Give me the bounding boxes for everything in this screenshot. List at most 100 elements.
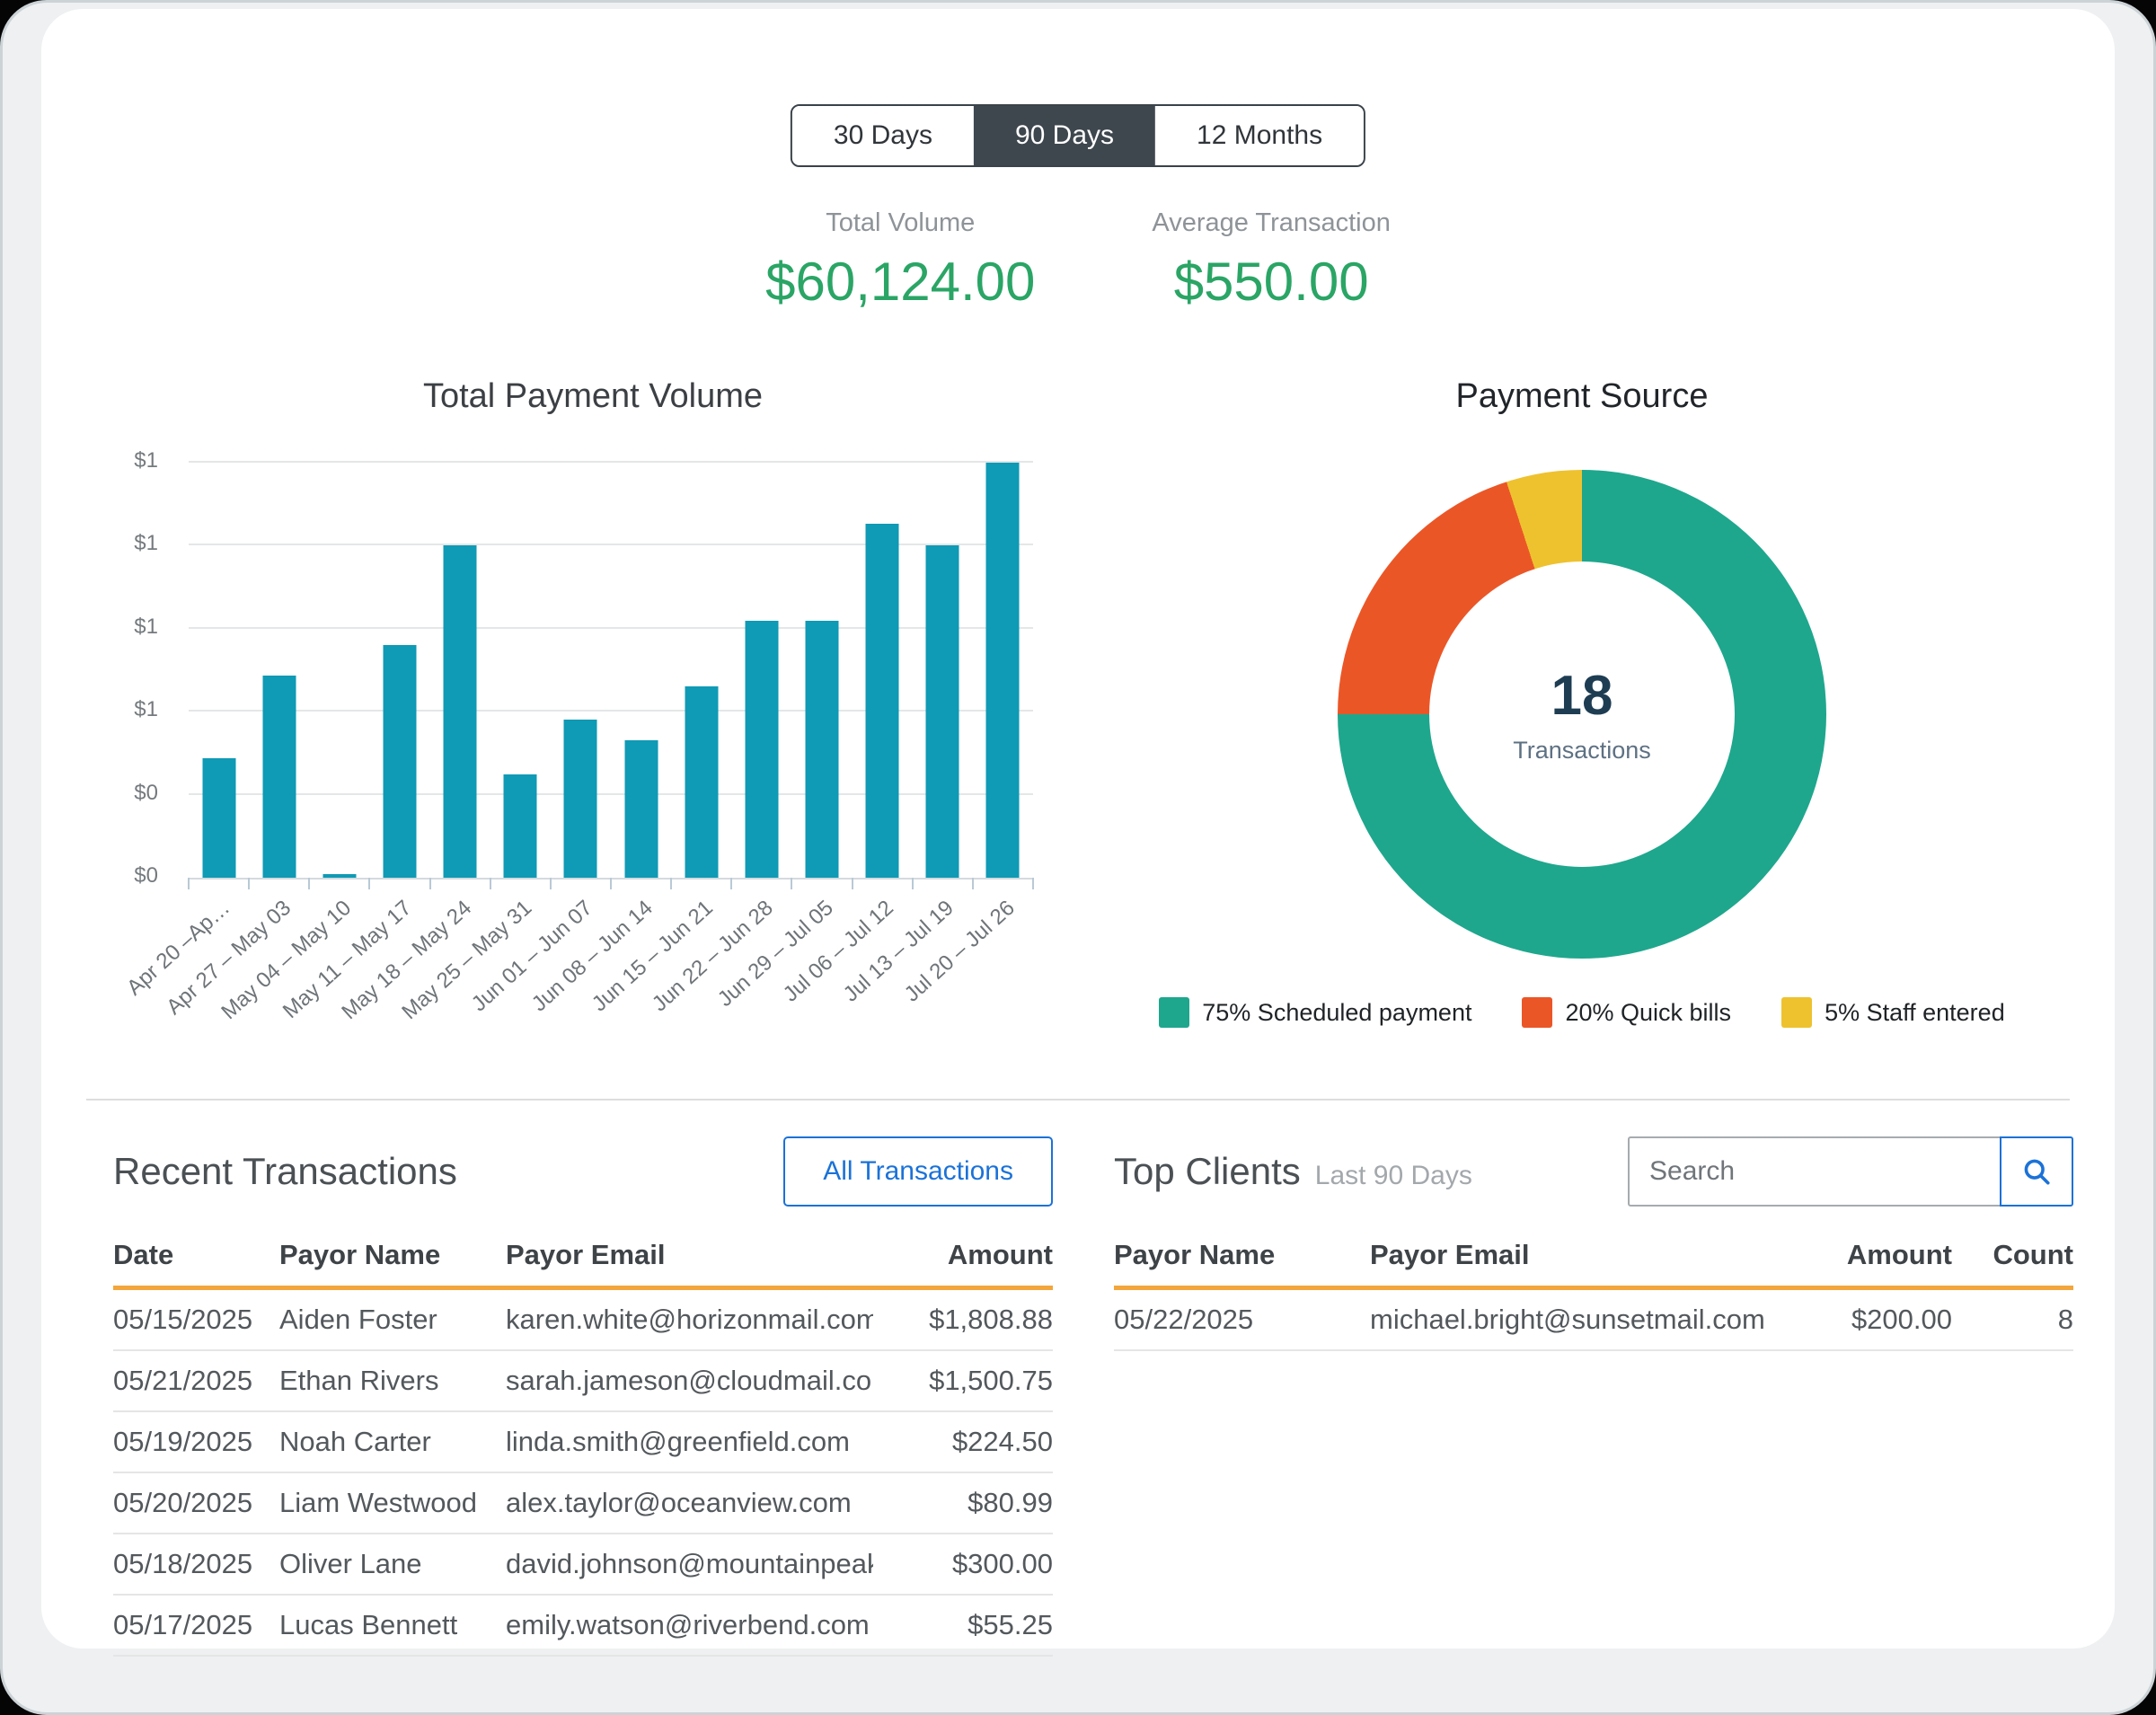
bar[interactable]: [926, 545, 959, 878]
axis-tick: [972, 878, 974, 889]
cell-payor-email: linda.smith@greenfield.com: [506, 1412, 873, 1472]
bar[interactable]: [866, 524, 899, 878]
bar[interactable]: [262, 676, 296, 878]
cell-payor-name: Lucas Bennett: [279, 1596, 506, 1655]
table-row[interactable]: 05/18/2025 Oliver Lane david.johnson@mou…: [113, 1534, 1053, 1596]
y-axis-tick-label: $1: [134, 448, 158, 473]
axis-tick: [610, 878, 612, 889]
cell-date: 05/17/2025: [113, 1596, 279, 1655]
donut-center: 18 Transactions: [1429, 561, 1735, 867]
cell-payor-name: Oliver Lane: [279, 1534, 506, 1594]
cell-payor-email: sarah.jameson@cloudmail.com: [506, 1351, 873, 1410]
legend-label: 20% Quick bills: [1565, 999, 1731, 1027]
transactions-count: 18: [1551, 664, 1613, 728]
bar-slot: Jun 15 – Jun 21: [671, 463, 731, 878]
cell-date: 05/15/2025: [113, 1290, 279, 1349]
bar[interactable]: [383, 645, 416, 878]
table-row[interactable]: 05/15/2025 Aiden Foster karen.white@hori…: [113, 1290, 1053, 1351]
top-clients-table-body: 05/22/2025 michael.bright@sunsetmail.com…: [1114, 1290, 2073, 1351]
cell-date: 05/21/2025: [113, 1351, 279, 1410]
bar[interactable]: [202, 758, 235, 878]
legend-swatch: [1781, 997, 1812, 1028]
metrics-row: Total Volume $60,124.00 Average Transact…: [41, 208, 2115, 313]
search-button[interactable]: [2000, 1136, 2073, 1207]
section-divider: [86, 1099, 2070, 1101]
metric-label: Total Volume: [765, 208, 1035, 238]
cell-date: 05/18/2025: [113, 1534, 279, 1594]
axis-tick: [308, 878, 310, 889]
y-axis-tick-label: $1: [134, 531, 158, 556]
bar[interactable]: [444, 545, 477, 878]
bar-slot: Jun 08 – Jun 14: [611, 463, 671, 878]
period-tab[interactable]: 90 Days: [974, 106, 1155, 165]
cell-payor-email: karen.white@horizonmail.com: [506, 1290, 873, 1349]
cell-amount: $300.00: [873, 1534, 1053, 1594]
bar[interactable]: [745, 621, 778, 878]
bar-slot: May 18 – May 24: [430, 463, 490, 878]
bar-slot: Jul 13 – Jul 19: [913, 463, 973, 878]
recent-transactions-title: Recent Transactions: [113, 1150, 457, 1193]
dashboard-card: 30 Days 90 Days 12 Months Total Volume $…: [41, 9, 2115, 1649]
recent-transactions-header: Recent Transactions All Transactions: [113, 1136, 1053, 1207]
metric: Total Volume $60,124.00: [765, 208, 1035, 313]
period-tab[interactable]: 12 Months: [1155, 106, 1364, 165]
axis-tick: [550, 878, 552, 889]
bar[interactable]: [805, 621, 838, 878]
cell-payor-email: emily.watson@riverbend.com: [506, 1596, 873, 1655]
bar[interactable]: [323, 874, 356, 878]
period-tab-group: 30 Days 90 Days 12 Months: [791, 104, 1365, 167]
table-row[interactable]: 05/17/2025 Lucas Bennett emily.watson@ri…: [113, 1596, 1053, 1657]
search-group: [1628, 1136, 2073, 1207]
axis-tick: [429, 878, 431, 889]
table-row[interactable]: 05/21/2025 Ethan Rivers sarah.jameson@cl…: [113, 1351, 1053, 1412]
column-header: Amount: [1763, 1239, 1952, 1286]
cell-amount: $1,808.88: [873, 1290, 1053, 1349]
bar-slot: Jun 22 – Jun 28: [731, 463, 791, 878]
table-row[interactable]: 05/20/2025 Liam Westwood alex.taylor@oce…: [113, 1473, 1053, 1534]
cell-payor-name: Liam Westwood: [279, 1473, 506, 1533]
cell-amount: $224.50: [873, 1412, 1053, 1472]
metric-label: Average Transaction: [1152, 208, 1390, 238]
column-header: Amount: [873, 1239, 1053, 1286]
bar-slot: Apr 20 –Ap…: [189, 463, 249, 878]
column-header: Payor Email: [506, 1239, 873, 1286]
axis-tick: [248, 878, 250, 889]
cell-count: 8: [1952, 1290, 2073, 1349]
metric-value: $550.00: [1152, 251, 1390, 313]
donut-chart-title: Payment Source: [1079, 377, 2085, 416]
cell-payor-name: 05/22/2025: [1114, 1290, 1370, 1349]
bar[interactable]: [986, 463, 1020, 878]
top-clients-subtitle: Last 90 Days: [1315, 1161, 1472, 1191]
legend-swatch: [1522, 997, 1552, 1028]
bar[interactable]: [564, 720, 597, 878]
total-payment-volume-chart: Total Payment Volume $0 $0 $1 $1 $1: [81, 377, 1105, 1078]
cell-date: 05/19/2025: [113, 1412, 279, 1472]
top-clients-table-header: Payor Name Payor Email Amount Count: [1114, 1239, 2073, 1290]
period-tab[interactable]: 30 Days: [792, 106, 974, 165]
recent-transactions-table-header: Date Payor Name Payor Email Amount: [113, 1239, 1053, 1290]
axis-tick: [852, 878, 853, 889]
bar-slot: May 11 – May 17: [369, 463, 429, 878]
axis-tick: [730, 878, 732, 889]
bar-slot: May 04 – May 10: [309, 463, 369, 878]
bar[interactable]: [624, 740, 658, 878]
recent-transactions-table-body: 05/15/2025 Aiden Foster karen.white@hori…: [113, 1290, 1053, 1657]
table-row[interactable]: 05/19/2025 Noah Carter linda.smith@green…: [113, 1412, 1053, 1473]
bar-slot: May 25 – May 31: [490, 463, 551, 878]
donut-legend: 75% Scheduled payment 20% Quick bills 5%…: [1079, 997, 2085, 1028]
bar[interactable]: [685, 686, 718, 878]
bar[interactable]: [504, 774, 537, 878]
cell-payor-name: Ethan Rivers: [279, 1351, 506, 1410]
top-clients-title: Top Clients: [1114, 1150, 1301, 1193]
payment-source-chart: Payment Source 18 Transactions 75% Sched…: [1079, 377, 2085, 1078]
dashboard: 30 Days 90 Days 12 Months Total Volume $…: [0, 0, 2156, 1715]
metric: Average Transaction $550.00: [1152, 208, 1390, 313]
legend-item: 20% Quick bills: [1522, 997, 1731, 1028]
all-transactions-button[interactable]: All Transactions: [783, 1136, 1053, 1207]
table-row[interactable]: 05/22/2025 michael.bright@sunsetmail.com…: [1114, 1290, 2073, 1351]
bar-slot: Jul 06 – Jul 12: [853, 463, 913, 878]
bar-slot: Jun 29 – Jul 05: [791, 463, 852, 878]
legend-swatch: [1159, 997, 1189, 1028]
search-input[interactable]: [1628, 1136, 2001, 1207]
axis-tick: [912, 878, 914, 889]
